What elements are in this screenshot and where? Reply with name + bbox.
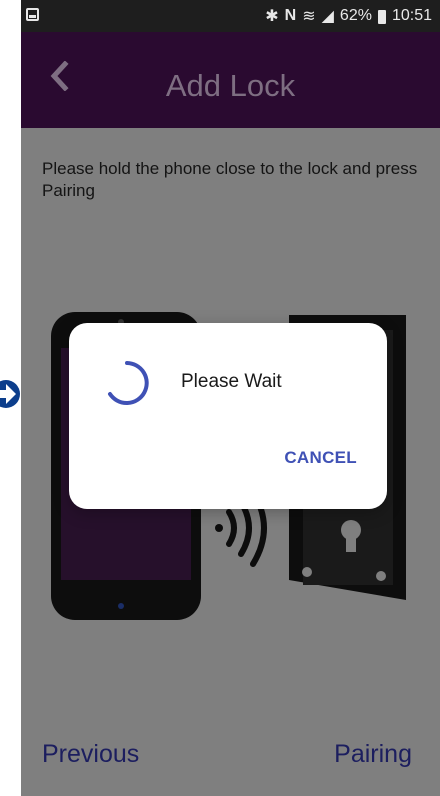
cancel-button[interactable]: CANCEL xyxy=(284,448,357,468)
battery-icon xyxy=(377,10,386,24)
nfc-icon: N xyxy=(284,7,297,24)
dialog-message: Please Wait xyxy=(181,371,282,392)
loading-spinner-icon xyxy=(108,361,149,405)
previous-button[interactable]: Previous xyxy=(42,740,139,769)
please-wait-dialog: Please Wait CANCEL xyxy=(69,323,387,509)
wifi-icon: ≋ xyxy=(302,8,316,25)
status-indicators: ✱ N ≋ ◢ 62% 10:51 xyxy=(265,6,432,26)
status-bar: ✱ N ≋ ◢ 62% 10:51 xyxy=(21,0,440,32)
screenshot-icon xyxy=(26,8,39,21)
battery-percent: 62% xyxy=(339,7,372,24)
pairing-button[interactable]: Pairing xyxy=(334,740,412,769)
clock: 10:51 xyxy=(391,7,432,24)
page-title: Add Lock xyxy=(165,68,296,103)
instruction-text: Please hold the phone close to the lock … xyxy=(42,159,418,200)
bluetooth-icon: ✱ xyxy=(265,8,279,25)
app-bar: Add Lock xyxy=(21,32,440,128)
signal-icon: ◢ xyxy=(321,8,334,25)
